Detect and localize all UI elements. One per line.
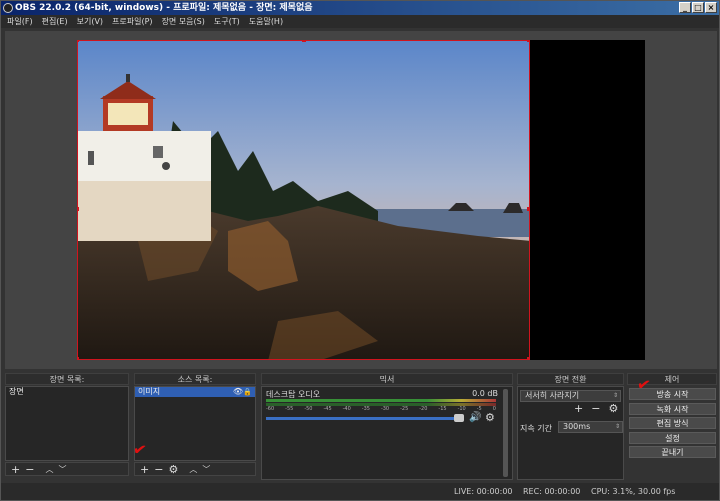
status-bar: LIVE: 00:00:00 REC: 00:00:00 CPU: 3.1%, … — [1, 483, 719, 500]
scale-tick: -40 — [342, 406, 351, 412]
transitions-panel: 서서히 사라지기 ⇕ + − ⚙ 지속 기간 300ms ⇕ — [517, 386, 624, 480]
start-recording-button[interactable]: 녹화 시작 — [629, 403, 716, 415]
remove-source-button[interactable]: − — [154, 464, 163, 475]
exit-button[interactable]: 끝내기 — [629, 446, 716, 458]
cpu-fps: CPU: 3.1%, 30.00 fps — [591, 487, 676, 496]
title-bar: OBS 22.0.2 (64-bit, windows) - 프로파일: 제목없… — [1, 1, 719, 15]
lock-icon[interactable]: 🔒 — [243, 387, 252, 397]
resize-handle[interactable] — [78, 41, 79, 42]
audio-meter — [266, 399, 496, 402]
menu-profile[interactable]: 프로파일(P) — [112, 15, 153, 28]
menu-help[interactable]: 도움말(H) — [249, 15, 283, 28]
window-title: OBS 22.0.2 (64-bit, windows) - 프로파일: 제목없… — [15, 3, 313, 13]
menu-tools[interactable]: 도구(T) — [214, 15, 240, 28]
scenes-toolbar: + − ︿ ﹀ — [5, 462, 129, 476]
annotation-checkmark: ✔ — [635, 373, 653, 396]
scale-tick: -15 — [438, 406, 447, 412]
remove-transition-button[interactable]: − — [591, 403, 600, 414]
preview-canvas[interactable] — [77, 40, 645, 360]
resize-handle[interactable] — [78, 207, 79, 211]
transition-select[interactable]: 서서히 사라지기 ⇕ — [520, 390, 621, 402]
transition-select-value: 서서히 사라지기 — [525, 391, 580, 400]
scale-tick: -30 — [380, 406, 390, 412]
scale-tick: -25 — [400, 406, 409, 412]
chevron-updown-icon: ⇕ — [612, 392, 618, 399]
transition-gear-icon[interactable]: ⚙ — [608, 403, 618, 414]
add-transition-button[interactable]: + — [574, 403, 583, 414]
mixer-dock-title: 믹서 — [261, 373, 513, 385]
maximize-button[interactable]: □ — [692, 2, 704, 13]
sources-list[interactable]: 이미지 👁 🔒 — [134, 386, 256, 461]
duration-label: 지속 기간 — [520, 424, 552, 433]
close-button[interactable]: × — [705, 2, 717, 13]
volume-slider-handle[interactable] — [454, 414, 464, 422]
menu-file[interactable]: 파일(F) — [7, 15, 33, 28]
scale-tick: -60 — [266, 406, 275, 412]
mixer-gear-icon[interactable]: ⚙ — [485, 411, 495, 424]
image-source-preview[interactable] — [77, 40, 530, 360]
move-up-button[interactable]: ︿ — [189, 464, 197, 475]
source-properties-gear-icon[interactable]: ⚙ — [168, 464, 178, 475]
transition-toolbar: + − ⚙ — [574, 403, 618, 414]
mixer-scrollbar[interactable] — [503, 389, 508, 477]
menu-view[interactable]: 보기(V) — [77, 15, 103, 28]
source-item[interactable]: 이미지 👁 🔒 — [135, 387, 255, 397]
speaker-icon[interactable]: 🔊 — [469, 412, 481, 423]
move-down-button[interactable]: ﹀ — [202, 464, 210, 475]
menu-edit[interactable]: 편집(E) — [42, 15, 68, 28]
scene-item[interactable]: 장면 — [6, 387, 128, 397]
scale-tick: -35 — [361, 406, 370, 412]
source-item-label: 이미지 — [138, 387, 161, 396]
settings-button[interactable]: 설정 — [629, 432, 716, 444]
duration-spinbox[interactable]: 300ms ⇕ — [558, 421, 623, 433]
rec-time: REC: 00:00:00 — [523, 487, 581, 496]
preview-area[interactable] — [5, 31, 717, 369]
sources-dock-title: 소스 목록: — [134, 373, 256, 385]
scale-tick: -10 — [457, 406, 466, 412]
annotation-checkmark: ✔ — [131, 438, 149, 461]
volume-slider[interactable] — [266, 417, 462, 420]
menu-bar: 파일(F) 편집(E) 보기(V) 프로파일(P) 장면 모음(S) 도구(T)… — [1, 15, 719, 28]
add-source-button[interactable]: + — [140, 464, 149, 475]
scale-tick: -20 — [419, 406, 428, 412]
resize-handle[interactable] — [302, 41, 306, 42]
duration-value: 300ms — [563, 422, 591, 431]
eye-icon[interactable]: 👁 — [233, 387, 243, 397]
scenes-dock-title: 장면 목록: — [5, 373, 129, 385]
mixer-panel: 데스크탑 오디오 0.0 dB -60 -55 -50 -45 -40 -35 … — [261, 386, 513, 480]
minimize-button[interactable]: _ — [679, 2, 691, 13]
live-time: LIVE: 00:00:00 — [454, 487, 513, 496]
scale-tick: -55 — [285, 406, 294, 412]
move-down-button[interactable]: ﹀ — [58, 464, 66, 475]
scenes-list[interactable]: 장면 — [5, 386, 129, 461]
move-up-button[interactable]: ︿ — [45, 464, 53, 475]
add-scene-button[interactable]: + — [11, 464, 20, 475]
transitions-dock-title: 장면 전환 — [517, 373, 624, 385]
meter-scale: -60 -55 -50 -45 -40 -35 -30 -25 -20 -15 … — [266, 406, 496, 412]
obs-window: OBS 22.0.2 (64-bit, windows) - 프로파일: 제목없… — [0, 0, 720, 501]
scale-tick: -50 — [304, 406, 313, 412]
remove-scene-button[interactable]: − — [25, 464, 34, 475]
obs-logo-icon — [3, 3, 13, 13]
lighthouse-photo — [78, 41, 529, 359]
audio-level-readout: 0.0 dB — [472, 389, 498, 398]
menu-scene-collection[interactable]: 장면 모음(S) — [162, 15, 205, 28]
sources-toolbar: + − ⚙ ︿ ﹀ — [134, 462, 256, 476]
scale-tick: -45 — [323, 406, 332, 412]
chevron-updown-icon: ⇕ — [614, 423, 620, 430]
studio-mode-button[interactable]: 편집 방식 — [629, 417, 716, 429]
